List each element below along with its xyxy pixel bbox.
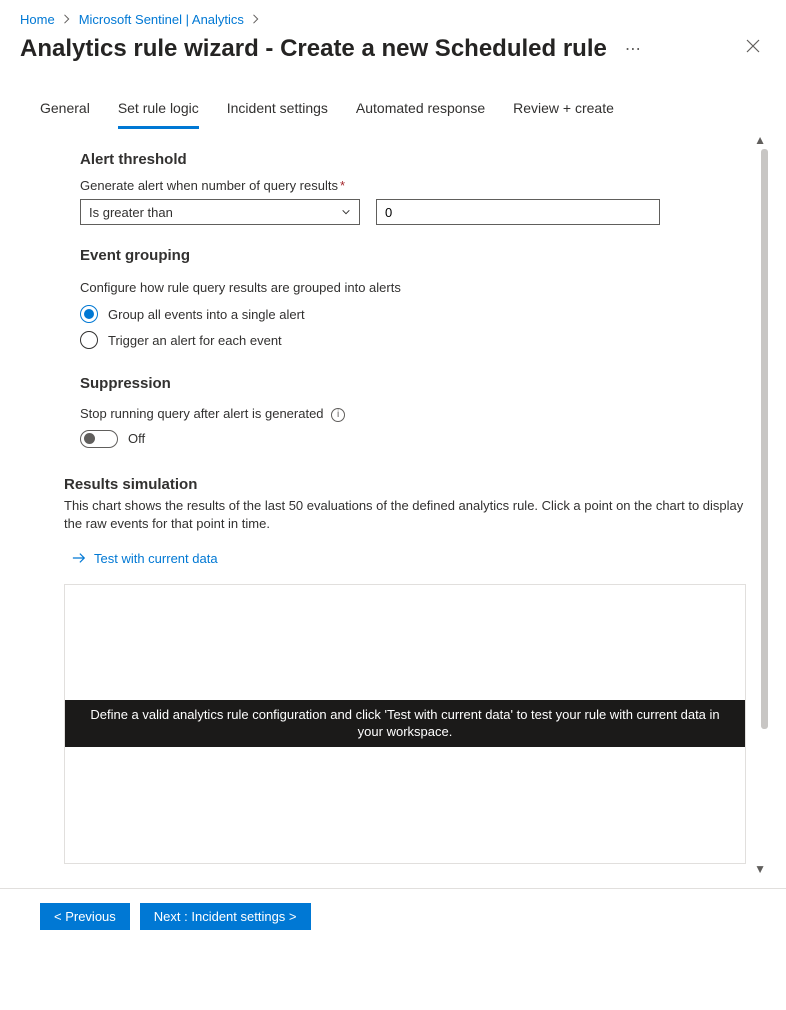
previous-button[interactable]: < Previous bbox=[40, 903, 130, 930]
scroll-down-icon[interactable]: ▼ bbox=[754, 862, 766, 876]
tab-incident-settings[interactable]: Incident settings bbox=[227, 94, 328, 129]
info-icon[interactable]: i bbox=[331, 408, 345, 422]
breadcrumb-home[interactable]: Home bbox=[20, 12, 55, 27]
section-event-grouping: Event grouping bbox=[80, 247, 746, 264]
toggle-state: Off bbox=[128, 431, 145, 446]
arrow-right-icon bbox=[72, 552, 86, 564]
chart-placeholder-message: Define a valid analytics rule configurat… bbox=[65, 700, 745, 747]
suppression-label: Stop running query after alert is genera… bbox=[80, 406, 746, 422]
scrollbar-thumb[interactable] bbox=[761, 149, 768, 729]
breadcrumb-service[interactable]: Microsoft Sentinel | Analytics bbox=[79, 12, 244, 27]
suppression-toggle[interactable] bbox=[80, 430, 118, 448]
radio-label: Trigger an alert for each event bbox=[108, 333, 282, 348]
event-grouping-desc: Configure how rule query results are gro… bbox=[80, 280, 746, 295]
results-chart: Define a valid analytics rule configurat… bbox=[64, 584, 746, 864]
threshold-input[interactable] bbox=[376, 199, 660, 225]
chevron-right-icon bbox=[63, 12, 71, 27]
results-desc: This chart shows the results of the last… bbox=[64, 497, 746, 533]
radio-group-all-events[interactable]: Group all events into a single alert bbox=[80, 305, 746, 323]
next-button[interactable]: Next : Incident settings > bbox=[140, 903, 311, 930]
radio-icon bbox=[80, 305, 98, 323]
tabs: General Set rule logic Incident settings… bbox=[0, 64, 786, 129]
tab-review-create[interactable]: Review + create bbox=[513, 94, 614, 129]
radio-icon bbox=[80, 331, 98, 349]
scrollbar[interactable] bbox=[761, 149, 768, 860]
page-title: Analytics rule wizard - Create a new Sch… bbox=[20, 35, 607, 63]
operator-select[interactable]: Is greater than bbox=[80, 199, 360, 225]
chevron-down-icon bbox=[341, 205, 351, 220]
required-icon: * bbox=[340, 178, 345, 193]
tab-set-rule-logic[interactable]: Set rule logic bbox=[118, 94, 199, 129]
radio-trigger-each-event[interactable]: Trigger an alert for each event bbox=[80, 331, 746, 349]
chevron-right-icon bbox=[252, 12, 260, 27]
footer: < Previous Next : Incident settings > bbox=[0, 888, 786, 944]
section-suppression: Suppression bbox=[80, 375, 746, 392]
test-with-current-data-link[interactable]: Test with current data bbox=[72, 551, 746, 566]
breadcrumb: Home Microsoft Sentinel | Analytics bbox=[0, 0, 786, 29]
section-alert-threshold: Alert threshold bbox=[80, 151, 746, 168]
section-results-simulation: Results simulation bbox=[64, 476, 746, 493]
title-bar: Analytics rule wizard - Create a new Sch… bbox=[0, 29, 786, 64]
scroll-up-icon[interactable]: ▲ bbox=[754, 133, 766, 147]
alert-threshold-label: Generate alert when number of query resu… bbox=[80, 178, 746, 193]
operator-value: Is greater than bbox=[89, 205, 173, 220]
close-icon[interactable] bbox=[740, 33, 766, 64]
radio-label: Group all events into a single alert bbox=[108, 307, 305, 322]
tab-general[interactable]: General bbox=[40, 94, 90, 129]
more-icon[interactable]: ⋯ bbox=[617, 39, 650, 59]
tab-automated-response[interactable]: Automated response bbox=[356, 94, 485, 129]
